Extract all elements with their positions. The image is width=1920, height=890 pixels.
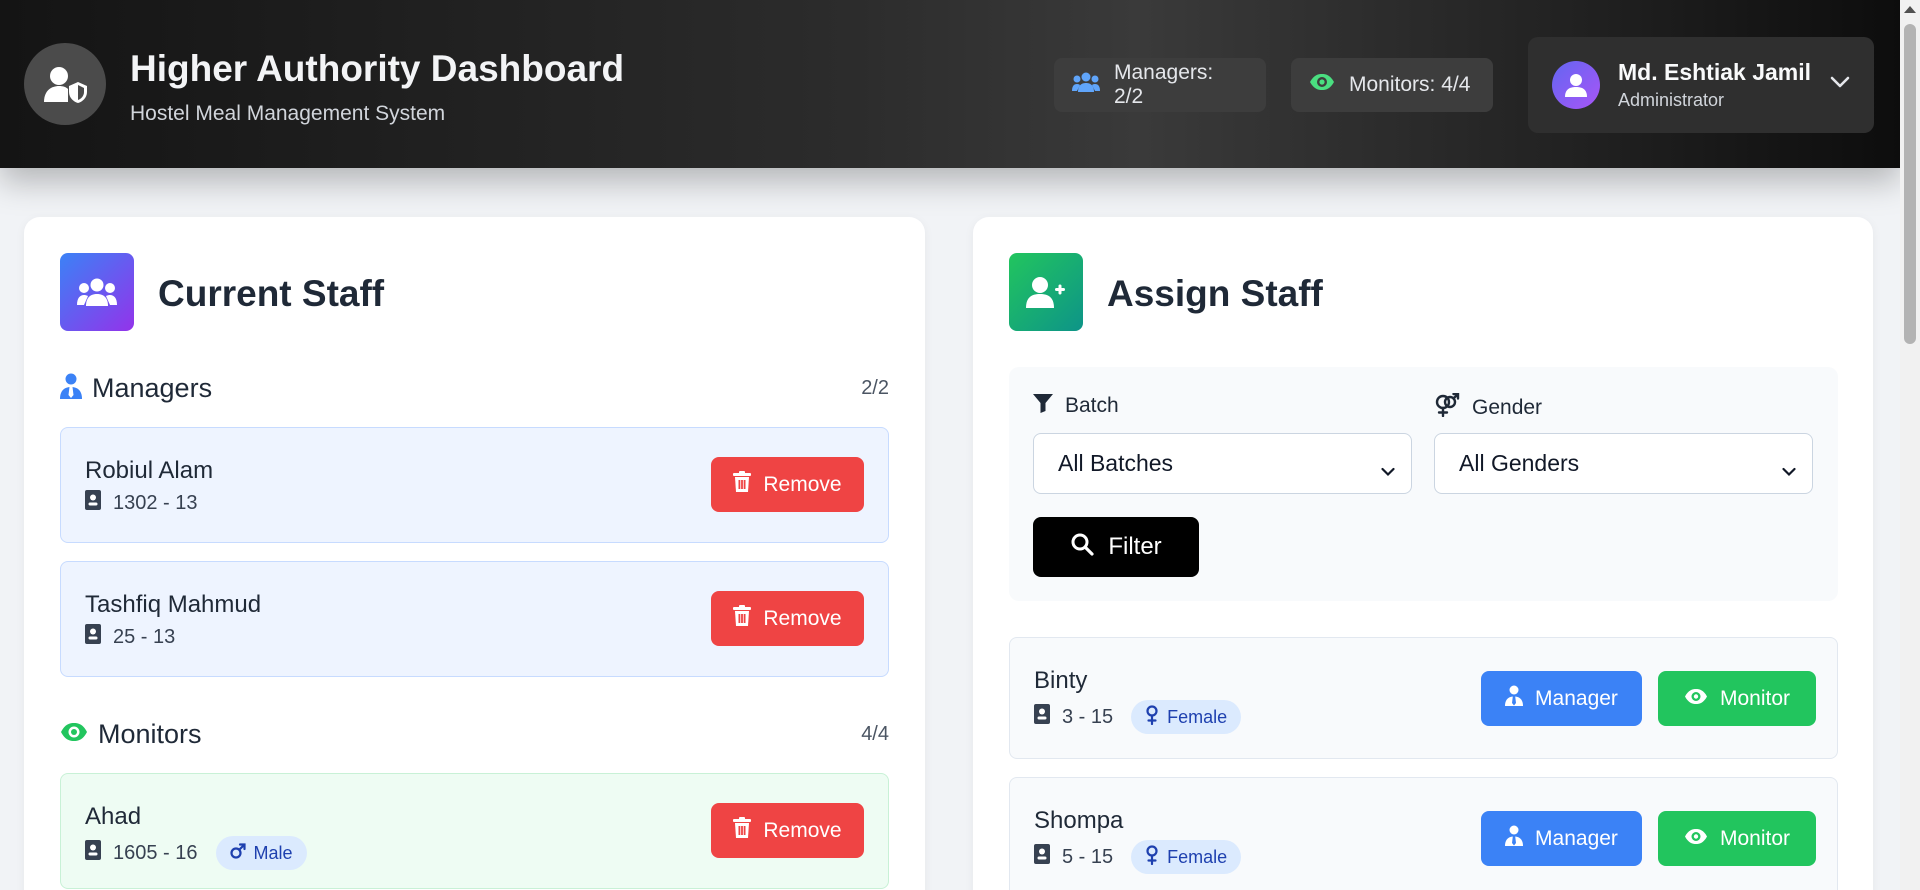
gender-badge: Female bbox=[1131, 700, 1242, 734]
gender-badge: Female bbox=[1131, 840, 1242, 874]
staff-meta: 25 - 13 bbox=[85, 624, 175, 650]
staff-meta: 3 - 15 Female bbox=[1034, 700, 1242, 734]
eye-icon bbox=[60, 722, 88, 747]
eye-icon bbox=[1684, 827, 1708, 851]
assign-staff-title: Assign Staff bbox=[1107, 273, 1323, 314]
staff-meta: 1605 - 16 Male bbox=[85, 836, 307, 870]
managers-count: 2/2 bbox=[861, 377, 889, 399]
candidate-row: Shompa 5 - 15 Female Manager Monitor bbox=[1009, 777, 1838, 890]
avatar bbox=[1552, 61, 1600, 109]
remove-button[interactable]: Remove bbox=[711, 803, 864, 858]
filter-panel: Batch All Batches Gender All Genders Fil… bbox=[1009, 367, 1838, 601]
top-header: Higher Authority Dashboard Hostel Meal M… bbox=[0, 0, 1900, 168]
gender-badge: Male bbox=[215, 836, 307, 870]
filter-icon bbox=[1033, 393, 1053, 419]
assign-monitor-button[interactable]: Monitor bbox=[1658, 671, 1816, 726]
female-icon bbox=[1145, 704, 1159, 730]
manager-row: Robiul Alam 1302 - 13 Remove bbox=[60, 427, 889, 543]
search-icon bbox=[1070, 532, 1094, 563]
monitors-section-header: Monitors 4/4 bbox=[60, 719, 889, 750]
gender-filter-label: Gender bbox=[1434, 392, 1542, 423]
monitors-stat-label: Monitors: 4/4 bbox=[1349, 73, 1471, 96]
staff-id: 1605 - 16 bbox=[113, 841, 198, 864]
scroll-up-arrow-icon[interactable] bbox=[1904, 6, 1916, 13]
trash-icon bbox=[733, 817, 752, 844]
staff-name: Shompa bbox=[1034, 807, 1124, 834]
page-scrollbar[interactable] bbox=[1900, 0, 1920, 890]
user-tie-icon bbox=[1505, 825, 1524, 852]
female-icon bbox=[1145, 844, 1159, 870]
assign-manager-button[interactable]: Manager bbox=[1481, 671, 1642, 726]
assign-staff-card: Assign Staff Batch All Batches Gender Al… bbox=[973, 217, 1873, 890]
monitor-row: Ahad 1605 - 16 Male Remove bbox=[60, 773, 889, 889]
chevron-down-icon[interactable] bbox=[1830, 75, 1850, 94]
scroll-thumb[interactable] bbox=[1904, 24, 1916, 344]
batch-filter-label: Batch bbox=[1033, 393, 1119, 419]
assign-monitor-button[interactable]: Monitor bbox=[1658, 811, 1816, 866]
user-shield-icon bbox=[24, 43, 106, 125]
filter-button[interactable]: Filter bbox=[1033, 517, 1199, 577]
gender-select[interactable]: All Genders bbox=[1434, 433, 1813, 494]
users-icon bbox=[1072, 71, 1100, 99]
user-menu[interactable]: Md. Eshtiak Jamil Administrator bbox=[1528, 37, 1874, 133]
user-name: Md. Eshtiak Jamil bbox=[1618, 59, 1812, 85]
page-subtitle: Hostel Meal Management System bbox=[130, 102, 446, 125]
venus-mars-icon bbox=[1434, 392, 1460, 423]
id-card-icon bbox=[85, 624, 101, 650]
staff-id: 5 - 15 bbox=[1062, 845, 1114, 868]
managers-stat-label: Managers: 2/2 bbox=[1114, 61, 1214, 108]
staff-name: Ahad bbox=[85, 803, 142, 830]
eye-icon bbox=[1684, 687, 1708, 711]
eye-icon bbox=[1309, 73, 1335, 97]
managers-section-label: Managers bbox=[92, 373, 213, 403]
managers-section-header: Managers 2/2 bbox=[60, 373, 889, 404]
id-card-icon bbox=[1034, 704, 1050, 730]
staff-id: 1302 - 13 bbox=[113, 491, 198, 514]
monitors-stat: Monitors: 4/4 bbox=[1291, 58, 1493, 112]
remove-button[interactable]: Remove bbox=[711, 457, 864, 512]
remove-button[interactable]: Remove bbox=[711, 591, 864, 646]
staff-meta: 1302 - 13 bbox=[85, 490, 198, 516]
user-tie-icon bbox=[1505, 685, 1524, 712]
staff-name: Tashfiq Mahmud bbox=[85, 591, 262, 618]
id-card-icon bbox=[85, 490, 101, 516]
current-staff-card: Current Staff Managers 2/2 Robiul Alam 1… bbox=[24, 217, 925, 890]
chevron-down-icon bbox=[1782, 456, 1796, 483]
staff-name: Binty bbox=[1034, 667, 1088, 694]
male-icon bbox=[229, 842, 246, 864]
current-staff-title: Current Staff bbox=[158, 273, 385, 314]
users-icon bbox=[60, 253, 134, 331]
monitors-count: 4/4 bbox=[861, 723, 889, 745]
user-plus-icon bbox=[1009, 253, 1083, 331]
managers-stat: Managers: 2/2 bbox=[1054, 58, 1266, 112]
staff-id: 3 - 15 bbox=[1062, 705, 1114, 728]
monitors-section-label: Monitors bbox=[98, 719, 202, 749]
trash-icon bbox=[733, 605, 752, 632]
user-icon bbox=[1565, 74, 1587, 97]
page-title: Higher Authority Dashboard bbox=[130, 48, 625, 89]
batch-select[interactable]: All Batches bbox=[1033, 433, 1412, 494]
staff-name: Robiul Alam bbox=[85, 457, 214, 484]
chevron-down-icon bbox=[1381, 456, 1395, 483]
staff-id: 25 - 13 bbox=[113, 625, 176, 648]
candidate-row: Binty 3 - 15 Female Manager Monitor bbox=[1009, 637, 1838, 759]
user-role: Administrator bbox=[1618, 90, 1725, 110]
id-card-icon bbox=[1034, 844, 1050, 870]
trash-icon bbox=[733, 471, 752, 498]
staff-meta: 5 - 15 Female bbox=[1034, 840, 1242, 874]
user-tie-icon bbox=[60, 373, 82, 404]
manager-row: Tashfiq Mahmud 25 - 13 Remove bbox=[60, 561, 889, 677]
assign-manager-button[interactable]: Manager bbox=[1481, 811, 1642, 866]
id-card-icon bbox=[85, 840, 101, 866]
